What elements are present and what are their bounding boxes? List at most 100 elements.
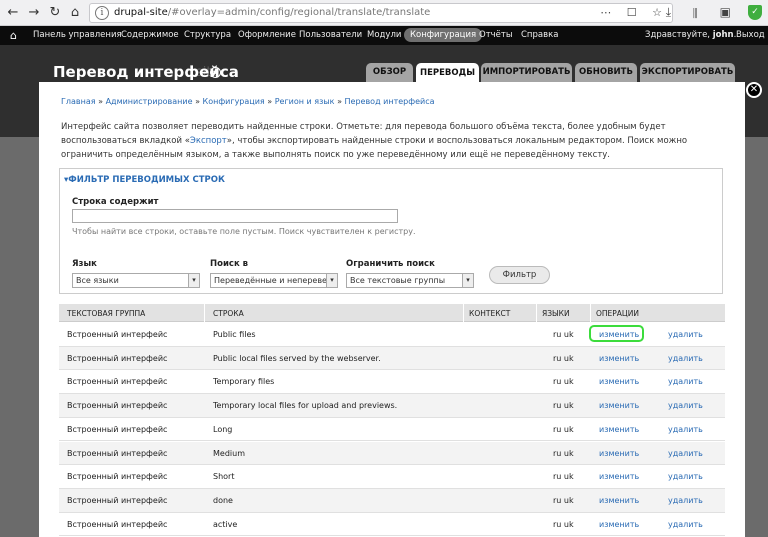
tab-refresh[interactable]: ОБНОВИТЬ	[575, 63, 637, 82]
greeting-prefix: Здравствуйте,	[645, 30, 713, 40]
delete-link[interactable]: удалить	[668, 377, 703, 386]
breadcrumb-admin[interactable]: Администрирование	[106, 97, 193, 106]
breadcrumb-home[interactable]: Главная	[61, 97, 96, 106]
string-contains-hint: Чтобы найти все строки, оставьте поле пу…	[72, 227, 416, 236]
edit-link[interactable]: изменить	[599, 330, 639, 339]
column-header-context[interactable]: КОНТЕКСТ	[469, 309, 510, 318]
cell-languages: ru uk	[553, 472, 574, 482]
breadcrumb-separator: »	[98, 97, 104, 106]
close-overlay-icon[interactable]: ✕	[746, 82, 762, 98]
table-row: Встроенный интерфейс Temporary local file…	[59, 394, 725, 418]
tab-overview[interactable]: ОБЗОР	[366, 63, 413, 82]
cell-text-group: Встроенный интерфейс	[67, 330, 168, 339]
admin-home-icon[interactable]: ⌂	[10, 29, 17, 42]
breadcrumb-config[interactable]: Конфигурация	[203, 97, 265, 106]
url-text[interactable]: drupal-site/#overlay=admin/config/region…	[114, 7, 430, 18]
cell-text-group: Встроенный интерфейс	[67, 377, 168, 387]
cell-languages: ru uk	[553, 448, 574, 458]
edit-link[interactable]: изменить	[599, 425, 639, 434]
home-icon[interactable]: ⌂	[66, 4, 84, 22]
edit-link[interactable]: изменить	[599, 354, 639, 363]
cell-languages: ru uk	[553, 424, 574, 434]
column-divider	[463, 304, 464, 322]
column-header-languages[interactable]: ЯЗЫКИ	[542, 309, 570, 318]
forward-arrow-icon[interactable]: →	[25, 4, 43, 22]
edit-link[interactable]: изменить	[599, 520, 639, 529]
admin-menu-help[interactable]: Справка	[521, 30, 558, 40]
cell-string: Public files	[213, 330, 256, 339]
delete-link[interactable]: удалить	[668, 472, 703, 481]
back-arrow-icon[interactable]: ←	[4, 4, 22, 22]
chevron-down-icon: ▾	[462, 274, 473, 287]
delete-link[interactable]: удалить	[668, 401, 703, 410]
admin-menu-reports[interactable]: Отчёты	[479, 30, 513, 40]
limit-search-select[interactable]: Все текстовые группы ▾	[346, 273, 474, 288]
breadcrumb-separator: »	[337, 97, 342, 106]
delete-link[interactable]: удалить	[668, 496, 703, 505]
column-divider	[590, 304, 591, 322]
page-description: Интерфейс сайта позволяет переводить най…	[61, 120, 731, 162]
browser-toolbar: ← → ↻ ⌂ i drupal-site/#overlay=admin/con…	[0, 0, 768, 26]
edit-link[interactable]: изменить	[599, 449, 639, 458]
language-select-value: Все языки	[76, 276, 119, 285]
export-link[interactable]: Экспорт	[190, 136, 227, 146]
edit-link[interactable]: изменить	[599, 401, 639, 410]
overlay-content-panel: Главная » Администрирование » Конфигурац…	[39, 82, 745, 537]
admin-menu-structure[interactable]: Структура	[184, 30, 231, 40]
language-select[interactable]: Все языки ▾	[72, 273, 200, 288]
reload-icon[interactable]: ↻	[46, 4, 64, 22]
string-contains-input[interactable]	[72, 209, 398, 223]
cell-languages: ru uk	[553, 495, 574, 505]
tab-export[interactable]: ЭКСПОРТИРОВАТЬ	[640, 63, 735, 82]
delete-link[interactable]: удалить	[668, 425, 703, 434]
address-bar[interactable]: i drupal-site/#overlay=admin/config/regi…	[89, 3, 673, 23]
edit-link[interactable]: изменить	[599, 496, 639, 505]
delete-link[interactable]: удалить	[668, 330, 703, 339]
cell-string: Temporary local files for upload and pre…	[213, 401, 398, 411]
username: john	[712, 30, 734, 40]
admin-menu-people[interactable]: Пользователи	[299, 30, 362, 40]
cell-string: active	[213, 519, 238, 529]
breadcrumb-translate[interactable]: Перевод интерфейса	[345, 97, 435, 106]
column-header-string[interactable]: СТРОКА	[213, 309, 244, 318]
column-header-operations: ОПЕРАЦИИ	[596, 309, 639, 318]
delete-link[interactable]: удалить	[668, 354, 703, 363]
admin-menu-content[interactable]: Содержимое	[121, 30, 179, 40]
cell-languages: ru uk	[553, 330, 574, 339]
column-header-text-group[interactable]: ТЕКСТОВАЯ ГРУППА	[67, 309, 145, 318]
filter-fieldset: ▾ФИЛЬТР ПЕРЕВОДИМЫХ СТРОК Строка содержи…	[59, 168, 723, 294]
delete-link[interactable]: удалить	[668, 449, 703, 458]
cell-languages: ru uk	[553, 519, 574, 529]
edit-link[interactable]: изменить	[599, 472, 639, 481]
tab-import[interactable]: ИМПОРТИРОВАТЬ	[481, 63, 572, 82]
delete-link[interactable]: удалить	[668, 520, 703, 529]
limit-search-label: Ограничить поиск	[346, 259, 435, 269]
table-row: Встроенный интерфейс Public files ru uk изм…	[59, 323, 725, 347]
chevron-down-icon: ▾	[326, 274, 337, 287]
url-path: /#overlay=admin/config/regional/translat…	[167, 7, 431, 18]
filter-legend-toggle[interactable]: ▾ФИЛЬТР ПЕРЕВОДИМЫХ СТРОК	[64, 175, 225, 185]
cell-text-group: Встроенный интерфейс	[67, 353, 168, 363]
admin-toolbar: ⌂ Панель управления Содержимое Структура…	[0, 26, 768, 45]
cell-string: Temporary files	[213, 377, 275, 387]
search-in-select[interactable]: Переведённые и неперевед ▾	[210, 273, 338, 288]
add-shortcut-icon[interactable]: +	[210, 67, 221, 78]
table-row: Встроенный интерфейс Public local files s…	[59, 346, 725, 371]
admin-menu-appearance[interactable]: Оформление	[238, 30, 296, 40]
page-actions-icons[interactable]: ⋯ ☐ ☆	[600, 6, 668, 19]
admin-menu-modules[interactable]: Модули	[367, 30, 401, 40]
edit-link[interactable]: изменить	[599, 377, 639, 386]
filter-button[interactable]: Фильтр	[489, 266, 550, 284]
browser-toolbar-icons[interactable]: ⤓ ⫴ ▣	[666, 5, 740, 20]
cell-text-group: Встроенный интерфейс	[67, 519, 168, 529]
user-greeting[interactable]: Здравствуйте, john.	[645, 30, 736, 40]
table-row: Встроенный интерфейс done ru uk изменить уда…	[59, 488, 725, 513]
breadcrumb-regional[interactable]: Регион и язык	[275, 97, 335, 106]
admin-menu-configuration[interactable]: Конфигурация	[404, 28, 483, 42]
search-in-select-value: Переведённые и неперевед	[214, 276, 333, 285]
admin-menu-dashboard[interactable]: Панель управления	[33, 30, 122, 40]
info-icon[interactable]: i	[95, 6, 109, 20]
logout-link[interactable]: Выход	[736, 30, 765, 40]
column-divider	[204, 304, 205, 322]
extension-shield-icon[interactable]: ✓	[748, 5, 762, 20]
